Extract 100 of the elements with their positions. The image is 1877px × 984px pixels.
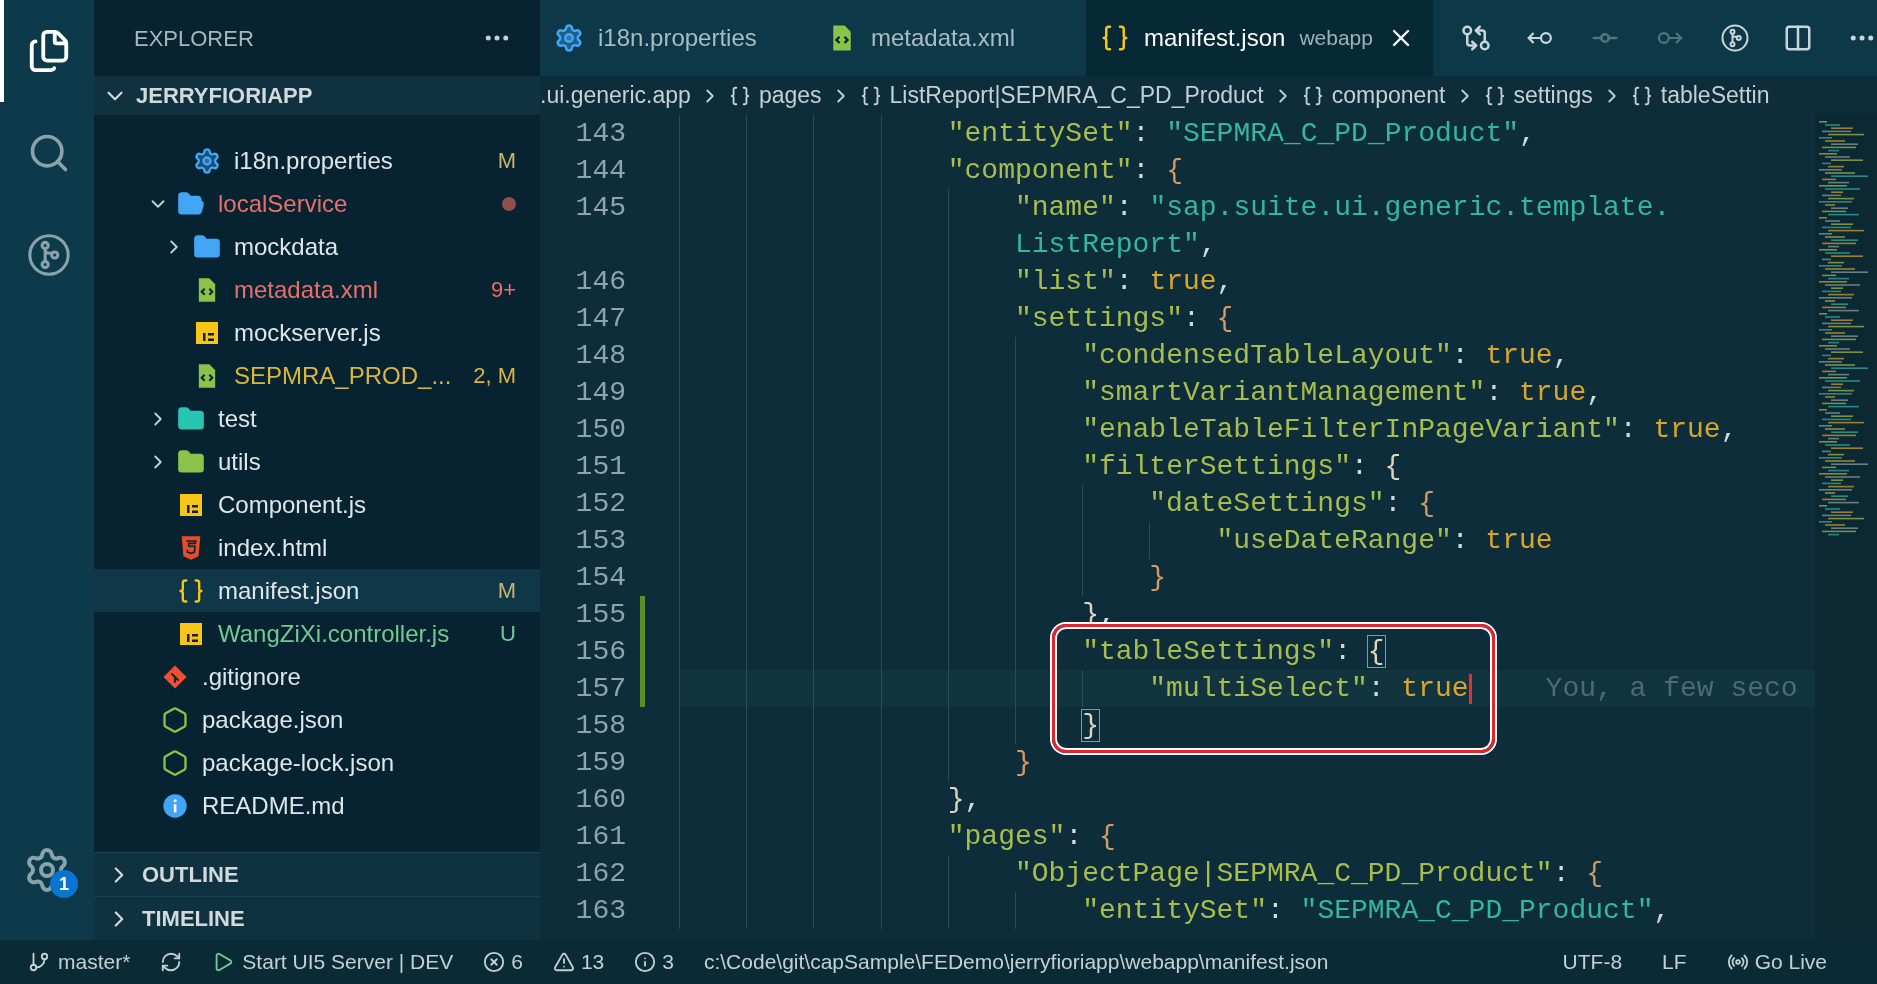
branch-status[interactable]: master* xyxy=(28,946,131,978)
file-tree-item[interactable]: index.html xyxy=(94,526,540,569)
compare-icon[interactable] xyxy=(1460,23,1491,53)
code-line: "condensedTableLayout": true, xyxy=(1082,338,1570,373)
error-icon xyxy=(483,951,506,973)
code-line: "smartVariantManagement": true, xyxy=(1082,375,1604,410)
line-number: 157 xyxy=(575,672,626,704)
line-number: 158 xyxy=(575,709,626,741)
hexagon-icon xyxy=(161,748,189,777)
file-tree-item[interactable]: .gitignore xyxy=(94,655,540,698)
line-number: 147 xyxy=(575,302,626,334)
line-number: 146 xyxy=(575,265,626,297)
file-name: manifest.json xyxy=(218,575,360,606)
file-tree-item[interactable]: utils xyxy=(94,440,540,483)
line-number: 162 xyxy=(575,857,626,889)
file-tree-item[interactable]: test xyxy=(94,397,540,440)
code-line: "component": { xyxy=(947,153,1183,188)
file-status: 9+ xyxy=(490,276,516,304)
code-line: "list": true, xyxy=(1014,264,1234,299)
file-tree-item[interactable]: localService xyxy=(94,182,540,225)
warning-count[interactable]: 13 xyxy=(552,946,605,978)
file-name: WangZiXi.controller.js xyxy=(218,618,450,649)
warning-icon xyxy=(552,951,575,973)
file-tree-item[interactable]: SEPMRA_PROD_... 2, M xyxy=(94,354,540,397)
go-live-status[interactable]: Go Live xyxy=(1726,946,1827,978)
info-icon xyxy=(161,791,189,820)
file-tree-item[interactable]: mockdata xyxy=(94,225,540,268)
line-number: 161 xyxy=(575,820,626,852)
file-tree-item[interactable]: README.md xyxy=(94,784,540,827)
breadcrumb-item[interactable]: ListReport|SEPMRA_C_PD_Product xyxy=(889,78,1264,113)
file-name: mockserver.js xyxy=(234,317,381,348)
panel-header[interactable]: TIMELINE xyxy=(94,896,540,940)
branch-circle-icon[interactable] xyxy=(26,232,72,278)
file-name: package.json xyxy=(202,704,344,735)
braces-icon xyxy=(177,576,205,605)
code-line: "entitySet": "SEPMRA_C_PD_Product", xyxy=(1082,893,1671,928)
run-server-status[interactable]: Start UI5 Server | DEV xyxy=(212,946,454,978)
editor-tab[interactable]: i18n.properties xyxy=(540,0,813,76)
file-name: mockdata xyxy=(234,231,339,262)
file-name: SEPMRA_PROD_... xyxy=(234,360,452,391)
editor-tab[interactable]: manifest.json webapp xyxy=(1086,0,1433,76)
breadcrumb-item[interactable]: .ui.generic.app xyxy=(540,78,691,113)
file-tree-item[interactable]: metadata.xml 9+ xyxy=(94,268,540,311)
script-file-icon xyxy=(195,320,219,345)
line-number: 154 xyxy=(575,561,626,593)
notification-badge: 1 xyxy=(50,870,78,898)
line-number: 153 xyxy=(575,524,626,556)
braces-icon xyxy=(728,84,751,107)
code-line: ListReport", xyxy=(1014,227,1217,262)
file-tree-item[interactable]: Component.js xyxy=(94,483,540,526)
file-name: localService xyxy=(218,188,348,219)
braces-icon xyxy=(1630,84,1653,107)
blame-annotation: You, a few seco xyxy=(1545,671,1798,706)
file-tree-item[interactable]: i18n.properties M xyxy=(94,139,540,182)
status-text: LF xyxy=(1662,949,1687,976)
code-line: "multiSelect": true xyxy=(1149,671,1469,706)
file-status: 2, M xyxy=(473,362,516,390)
line-number: 151 xyxy=(575,450,626,482)
breadcrumb-item[interactable]: component xyxy=(1331,78,1446,113)
line-number: 160 xyxy=(575,783,626,815)
branch-circle-icon[interactable] xyxy=(1719,23,1750,53)
file-tree-item[interactable]: mockserver.js xyxy=(94,311,540,354)
file-name: package-lock.json xyxy=(202,747,395,778)
line-number: 150 xyxy=(575,413,626,445)
code-line: }, xyxy=(947,782,982,817)
branch-icon xyxy=(28,951,50,973)
section-header[interactable]: JERRYFIORIAPP xyxy=(94,76,540,115)
file-name: utils xyxy=(218,446,261,477)
file-name: Component.js xyxy=(218,489,367,520)
file-tree-item[interactable]: manifest.json M xyxy=(94,569,540,612)
script-file-icon xyxy=(179,621,203,646)
gear-icon xyxy=(193,146,221,175)
line-number: 152 xyxy=(575,487,626,519)
code-line: "pages": { xyxy=(947,819,1116,854)
file-tree-item[interactable]: package.json xyxy=(94,698,540,741)
line-number: 144 xyxy=(575,154,626,186)
breadcrumb-item[interactable]: pages xyxy=(758,78,822,113)
editor-tab[interactable]: metadata.xml xyxy=(813,0,1086,76)
folder-icon xyxy=(193,232,221,261)
line-number: 155 xyxy=(575,598,626,630)
file-name: test xyxy=(218,403,257,434)
breadcrumb-item[interactable]: tableSettin xyxy=(1660,78,1770,113)
panel-header[interactable]: OUTLINE xyxy=(94,852,540,896)
error-count[interactable]: 6 xyxy=(483,946,523,978)
code-line: "ObjectPage|SEPMRA_C_PD_Product": { xyxy=(1014,856,1604,891)
file-name: i18n.properties xyxy=(234,145,393,176)
line-number: 143 xyxy=(575,117,626,149)
file-tree-item[interactable]: WangZiXi.controller.js U xyxy=(94,612,540,655)
info-icon xyxy=(634,951,657,973)
code-line: "enableTableFilterInPageVariant": true, xyxy=(1082,412,1738,447)
file-status: M xyxy=(497,577,516,605)
breadcrumb-item[interactable]: settings xyxy=(1513,78,1593,113)
split-editor-icon[interactable] xyxy=(1783,23,1814,53)
file-tree-item[interactable]: package-lock.json xyxy=(94,741,540,784)
folder-icon xyxy=(177,404,205,433)
line-number: 145 xyxy=(575,191,626,223)
info-count[interactable]: 3 xyxy=(634,946,674,978)
sidebar-title: EXPLORER xyxy=(134,24,254,53)
sync-icon[interactable] xyxy=(160,951,183,973)
braces-icon xyxy=(1301,84,1324,107)
